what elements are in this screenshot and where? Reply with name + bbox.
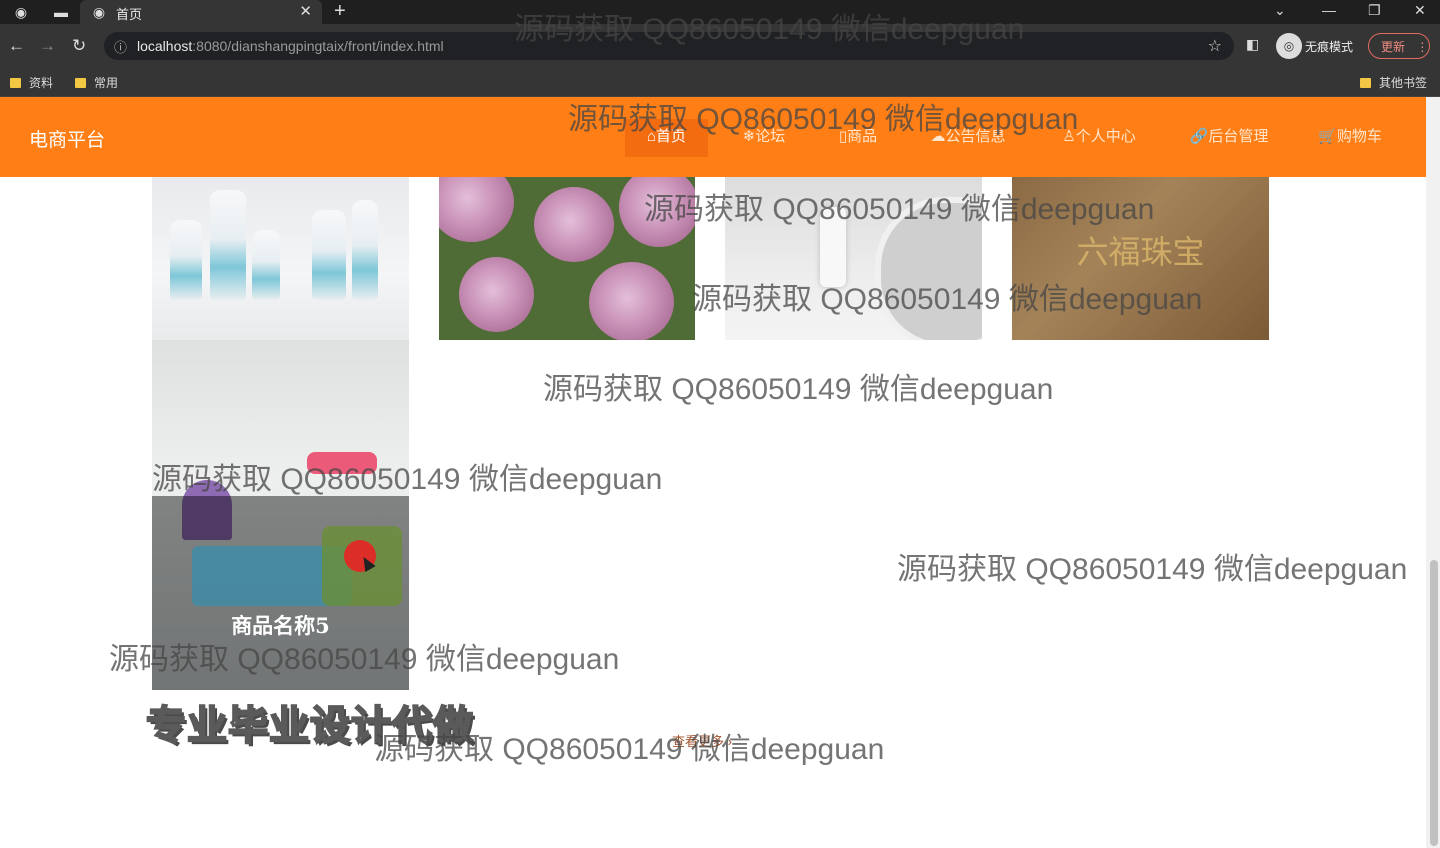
back-icon[interactable]: ← xyxy=(8,36,25,56)
browser-tab-strip: ◉ ▬ ◉ 首页 ✕ + ⌄ — ❐ ✕ xyxy=(0,0,1440,24)
new-tab-icon[interactable]: + xyxy=(334,0,346,22)
view-more-link[interactable]: 查看更多 › xyxy=(672,731,732,750)
close-icon[interactable]: ✕ xyxy=(299,2,312,20)
globe-icon: ◉ xyxy=(92,4,106,20)
nav-home[interactable]: ⌂首页 xyxy=(625,119,708,157)
rose-graphic xyxy=(589,262,674,340)
rose-graphic xyxy=(619,177,695,247)
window-close-icon[interactable]: ✕ xyxy=(1414,0,1426,20)
bookmark-folder-1[interactable]: 资料 xyxy=(10,74,53,91)
bottle-graphic xyxy=(252,230,280,300)
other-bookmarks[interactable]: 其他书签 xyxy=(1360,74,1427,91)
chevron-down-icon[interactable]: ⌄ xyxy=(1274,0,1286,20)
address-bar[interactable]: ⓘ localhost:8080/dianshangpingtaix/front… xyxy=(104,32,1234,60)
bottle-graphic xyxy=(312,210,346,300)
incognito-label: 无痕模式 xyxy=(1305,40,1354,54)
watermark: 源码获取 QQ86050149 微信deepguan xyxy=(543,373,1054,406)
folder-icon xyxy=(1360,78,1371,88)
lid-graphic xyxy=(307,452,377,474)
folder-icon xyxy=(10,78,21,88)
bookmark-label: 资料 xyxy=(29,76,54,90)
rose-graphic xyxy=(459,257,534,332)
tab-title: 首页 xyxy=(116,7,143,22)
reload-icon[interactable]: ↻ xyxy=(72,36,86,56)
folder-icon xyxy=(75,78,86,88)
product-image-4[interactable]: 六福珠宝 xyxy=(1012,177,1269,340)
site-brand[interactable]: 电商平台 xyxy=(29,125,105,152)
bottle-graphic xyxy=(820,207,846,287)
product-overlay xyxy=(152,496,409,690)
other-bookmarks-label: 其他书签 xyxy=(1379,76,1428,90)
incognito-icon[interactable]: ◎ xyxy=(1276,33,1302,59)
nav-cart[interactable]: 🛒购物车 xyxy=(1302,119,1398,157)
url-host: localhost xyxy=(137,38,193,54)
menu-dots-icon[interactable]: ⋮ xyxy=(1416,40,1428,54)
star-icon[interactable]: ☆ xyxy=(1208,36,1222,56)
restore-icon[interactable]: ❐ xyxy=(1368,0,1381,20)
bottle-graphic xyxy=(352,200,378,300)
site-header: 电商平台 ⌂首页 ❄论坛 ▯商品 ☁公告信息 ♙个人中心 🔗后台管理 🛒购物车 xyxy=(0,97,1426,177)
globe-icon[interactable]: ◉ xyxy=(12,3,30,21)
rose-graphic xyxy=(534,187,614,262)
browser-tab[interactable]: ◉ 首页 ✕ xyxy=(80,0,322,24)
info-icon[interactable]: ⓘ xyxy=(114,37,127,56)
update-label: 更新 xyxy=(1381,40,1406,54)
url-text[interactable]: localhost:8080/dianshangpingtaix/front/i… xyxy=(137,38,444,54)
update-button[interactable]: 更新 ⋮ xyxy=(1368,33,1430,59)
brand-logo-text: 六福珠宝 xyxy=(1076,233,1205,271)
product-card-5[interactable]: 商品名称5 xyxy=(152,340,409,690)
nav-profile[interactable]: ♙个人中心 xyxy=(1040,119,1158,157)
bottle-graphic xyxy=(210,190,246,300)
promo-banner-text: 专业毕业设计代做 xyxy=(145,702,474,750)
forward-icon[interactable]: → xyxy=(39,36,56,56)
nav-announcements[interactable]: ☁公告信息 xyxy=(914,119,1022,157)
sidepanel-icon[interactable]: ◧ xyxy=(1246,36,1259,53)
bookmark-label: 常用 xyxy=(94,76,119,90)
bottle-graphic xyxy=(170,220,202,300)
scrollbar-thumb[interactable] xyxy=(1430,560,1438,846)
decor-circle xyxy=(875,197,982,340)
url-path: :8080/dianshangpingtaix/front/index.html xyxy=(192,38,444,54)
product-name: 商品名称5 xyxy=(231,613,330,638)
minimize-icon[interactable]: — xyxy=(1322,0,1336,20)
nav-forum[interactable]: ❄论坛 xyxy=(726,119,802,157)
nav-products[interactable]: ▯商品 xyxy=(820,119,896,157)
product-image-1[interactable] xyxy=(152,177,409,340)
product-image-2[interactable] xyxy=(439,177,695,340)
tab-search-icon[interactable]: ▬ xyxy=(52,3,70,21)
bookmark-folder-2[interactable]: 常用 xyxy=(75,74,118,91)
rose-graphic xyxy=(439,177,514,242)
watermark: 源码获取 QQ86050149 微信deepguan xyxy=(897,553,1408,586)
product-image-3[interactable] xyxy=(725,177,982,340)
nav-admin[interactable]: 🔗后台管理 xyxy=(1176,119,1282,157)
browser-toolbar: ← → ↻ ⓘ localhost:8080/dianshangpingtaix… xyxy=(0,24,1440,68)
bookmarks-bar: 资料 常用 其他书签 xyxy=(0,68,1440,97)
